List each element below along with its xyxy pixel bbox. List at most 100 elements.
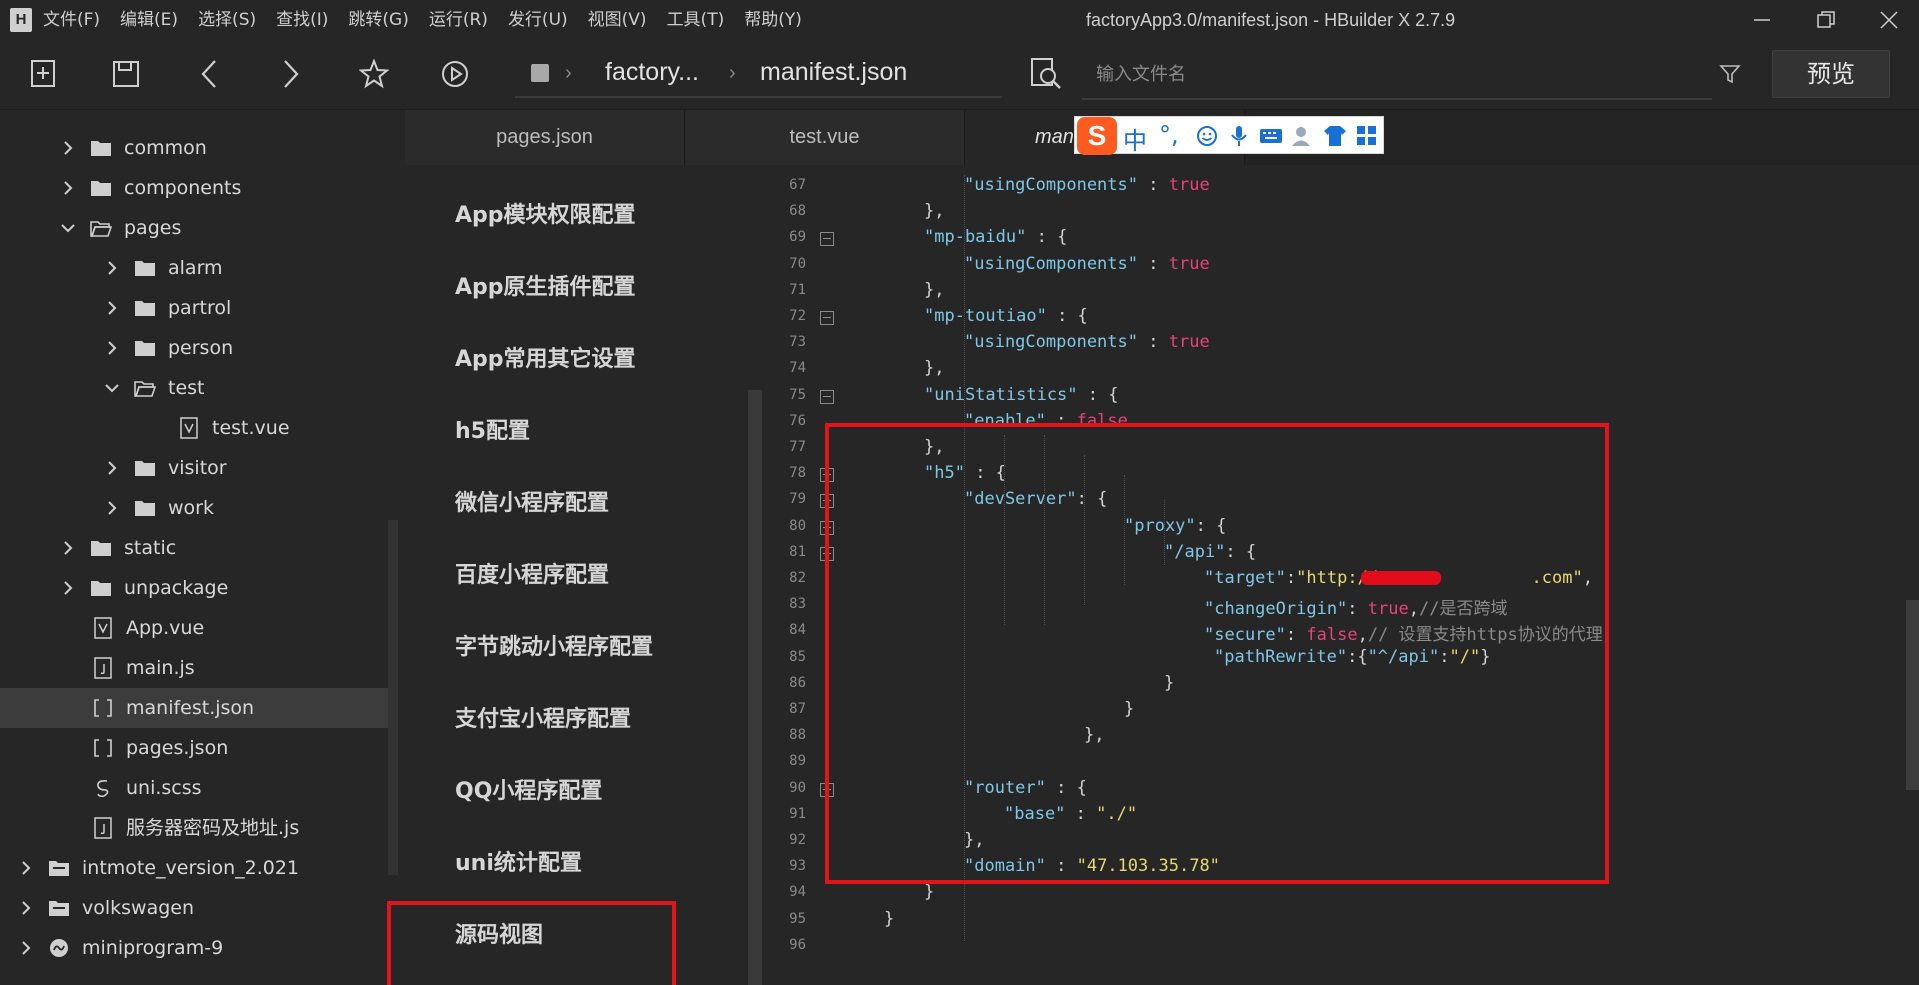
emoji-icon[interactable] <box>1195 125 1219 147</box>
chevron-right-icon[interactable] <box>60 140 76 156</box>
run-button[interactable] <box>435 54 475 94</box>
file-tree-item[interactable]: components <box>0 168 388 208</box>
fold-toggle-icon[interactable] <box>820 389 834 404</box>
menu-file[interactable]: 文件(F) <box>43 0 100 40</box>
nav-app-other-settings[interactable]: App常用其它设置 <box>455 341 636 373</box>
menu-goto[interactable]: 跳转(G) <box>348 0 408 40</box>
nav-h5-config[interactable]: h5配置 <box>455 413 530 445</box>
file-tree-item[interactable]: volkswagen <box>0 888 388 928</box>
tab-pages-json[interactable]: pages.json <box>405 110 685 165</box>
chevron-right-icon[interactable] <box>18 900 34 916</box>
nav-baidu-mp-config[interactable]: 百度小程序配置 <box>455 557 609 589</box>
nav-qq-mp-config[interactable]: QQ小程序配置 <box>455 773 602 805</box>
chevron-right-icon[interactable] <box>18 940 34 956</box>
nav-uni-statistics-config[interactable]: uni统计配置 <box>455 845 582 877</box>
file-tree-item[interactable]: App.vue <box>0 608 388 648</box>
file-tree-item[interactable]: uni.scss <box>0 768 388 808</box>
nav-app-native-plugins[interactable]: App原生插件配置 <box>455 269 636 301</box>
menu-run[interactable]: 运行(R) <box>429 0 488 40</box>
redaction-mark <box>1361 571 1441 585</box>
file-tree-item[interactable]: partrol <box>0 288 388 328</box>
file-tree-item[interactable]: intmote_version_2.021 <box>0 848 388 888</box>
file-tree-item[interactable]: miniprogram-9 <box>0 928 388 968</box>
line-number: 68 <box>789 203 806 220</box>
fold-toggle-icon[interactable] <box>820 311 834 325</box>
file-tree-item[interactable]: person <box>0 328 388 368</box>
file-tree-label: manifest.json <box>126 697 255 719</box>
file-tree-item[interactable]: visitor <box>0 448 388 488</box>
file-tree-item[interactable]: common <box>0 128 388 168</box>
favorite-button[interactable] <box>354 54 394 94</box>
nav-alipay-mp-config[interactable]: 支付宝小程序配置 <box>455 701 631 733</box>
minimize-button[interactable] <box>1732 0 1792 40</box>
file-tree-item[interactable]: pages.json <box>0 728 388 768</box>
menu-select[interactable]: 选择(S) <box>198 0 256 40</box>
file-tree-item[interactable]: unpackage <box>0 568 388 608</box>
breadcrumb-project[interactable]: factory... <box>605 58 699 87</box>
file-tree-item[interactable]: work <box>0 488 388 528</box>
skin-shirt-icon[interactable] <box>1323 125 1347 147</box>
project-root-icon[interactable] <box>531 64 549 82</box>
microphone-icon[interactable] <box>1227 125 1251 147</box>
file-tree-item[interactable]: alarm <box>0 248 388 288</box>
preview-button[interactable]: 预览 <box>1772 50 1890 98</box>
file-tree-label: main.js <box>126 657 195 679</box>
file-tree-label: uni.scss <box>126 777 202 799</box>
menu-tools[interactable]: 工具(T) <box>667 0 725 40</box>
chevron-right-icon[interactable] <box>104 460 120 476</box>
project-folder-icon <box>49 901 69 916</box>
nav-toutiao-mp-config[interactable]: 字节跳动小程序配置 <box>455 629 653 661</box>
chevron-right-icon[interactable] <box>104 300 120 316</box>
sogou-logo-icon[interactable]: S <box>1077 117 1117 155</box>
save-button[interactable] <box>106 54 146 94</box>
chevron-right-icon[interactable] <box>60 540 76 556</box>
file-tree-item[interactable]: static <box>0 528 388 568</box>
back-button[interactable] <box>189 54 229 94</box>
nav-weixin-mp-config[interactable]: 微信小程序配置 <box>455 485 609 517</box>
file-tree-item[interactable]: manifest.json <box>0 688 388 728</box>
editor-scrollbar[interactable] <box>1906 600 1919 790</box>
fold-toggle-icon[interactable] <box>820 232 834 247</box>
new-file-button[interactable] <box>24 54 64 94</box>
close-button[interactable] <box>1859 0 1919 40</box>
menu-find[interactable]: 查找(I) <box>276 0 328 40</box>
restore-button[interactable] <box>1796 0 1856 40</box>
file-search-icon[interactable] <box>1028 56 1064 92</box>
keyboard-icon[interactable] <box>1259 125 1283 147</box>
chevron-down-icon[interactable] <box>60 220 76 236</box>
filter-icon[interactable] <box>1718 62 1742 86</box>
tab-test-vue[interactable]: test.vue <box>685 110 965 165</box>
sidebar-scrollbar[interactable] <box>388 520 398 875</box>
manifest-config-nav: App模块权限配置 App原生插件配置 App常用其它设置 h5配置 微信小程序… <box>405 165 750 985</box>
file-tree-label: person <box>168 337 234 359</box>
chevron-right-icon[interactable] <box>60 180 76 196</box>
ime-mode-toggle[interactable]: 中 <box>1123 121 1147 156</box>
menu-help[interactable]: 帮助(Y) <box>744 0 802 40</box>
chevron-right-icon[interactable] <box>104 500 120 516</box>
chevron-right-icon[interactable] <box>60 580 76 596</box>
nav-app-module-permissions[interactable]: App模块权限配置 <box>455 197 636 229</box>
file-tree-item[interactable]: test <box>0 368 388 408</box>
file-tree-item[interactable]: 服务器密码及地址.js <box>0 808 388 848</box>
menu-view[interactable]: 视图(V) <box>588 0 647 40</box>
code-line: "mp-baidu" : { <box>924 227 1068 248</box>
folder-icon <box>91 581 111 596</box>
forward-button[interactable] <box>271 54 311 94</box>
chevron-right-icon[interactable] <box>104 340 120 356</box>
file-tree-item[interactable]: pages <box>0 208 388 248</box>
file-search-input[interactable] <box>1082 50 1712 100</box>
file-tree-item[interactable]: test.vue <box>0 408 388 448</box>
chevron-right-icon[interactable] <box>18 860 34 876</box>
code-line: "usingComponents" : true <box>964 332 1210 353</box>
breadcrumb-file[interactable]: manifest.json <box>760 58 907 87</box>
config-nav-scrollbar[interactable] <box>748 390 762 985</box>
ime-punctuation-toggle[interactable]: °, <box>1159 121 1179 149</box>
chevron-down-icon[interactable] <box>104 380 120 396</box>
user-icon[interactable] <box>1291 125 1315 147</box>
chevron-right-icon[interactable] <box>104 260 120 276</box>
menu-edit[interactable]: 编辑(E) <box>120 0 178 40</box>
toolbox-grid-icon[interactable] <box>1355 125 1379 147</box>
file-tree-item[interactable]: main.js <box>0 648 388 688</box>
menu-publish[interactable]: 发行(U) <box>508 0 568 40</box>
miniprogram-icon <box>50 939 68 957</box>
